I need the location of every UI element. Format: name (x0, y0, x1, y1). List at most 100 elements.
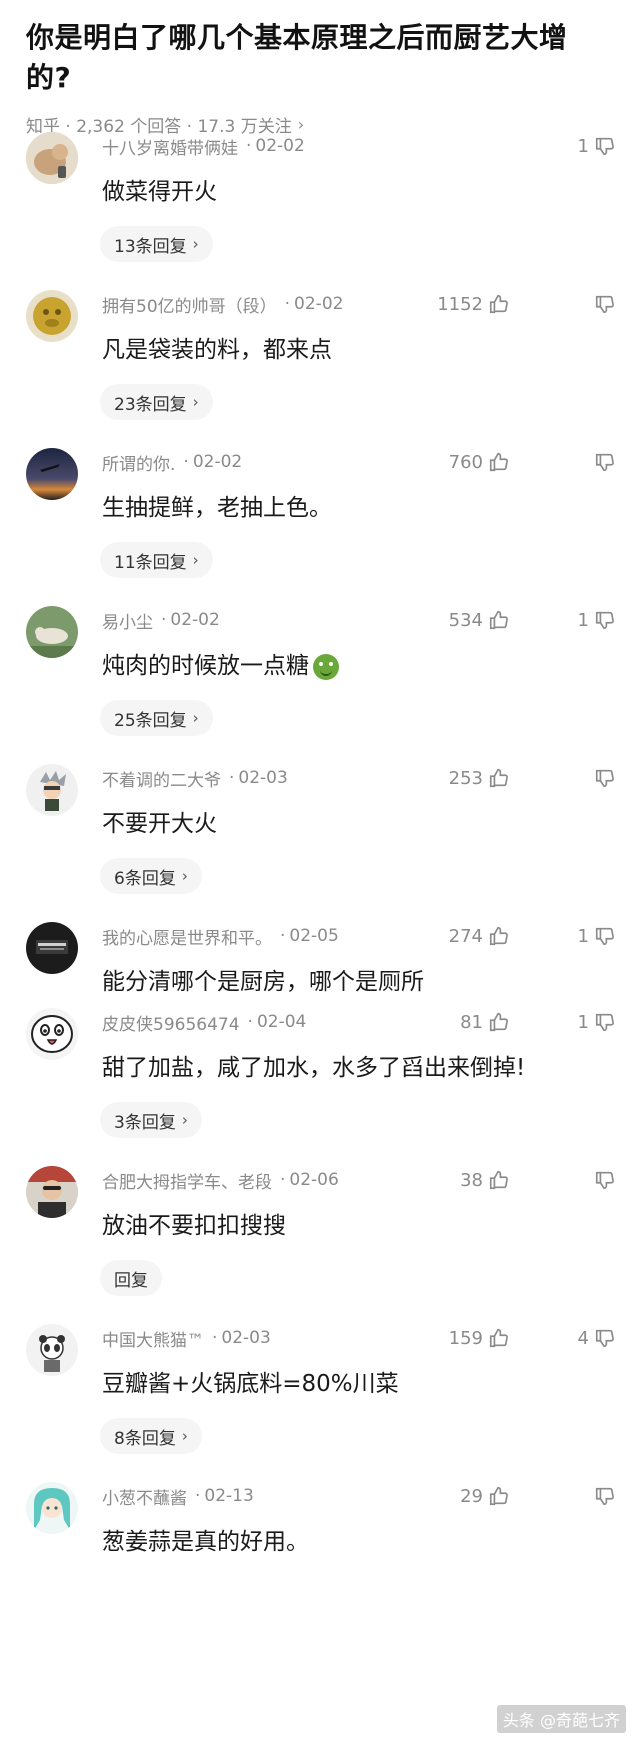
like-button[interactable]: 253 (420, 764, 510, 792)
question-title[interactable]: 你是明白了哪几个基本原理之后而厨艺大增 的? (26, 18, 614, 98)
replies-label: 23条回复 (114, 394, 187, 415)
comment-text: 甜了加盐，咸了加水，水多了舀出来倒掉! (102, 1055, 526, 1081)
username[interactable]: 易小尘 (102, 608, 153, 633)
username[interactable]: 不着调的二大爷 (102, 766, 221, 791)
like-count: 81 (460, 1011, 483, 1033)
dislike-count: 1 (577, 925, 589, 947)
avatar[interactable] (26, 1324, 78, 1376)
username[interactable]: 十八岁离婚带俩娃 (102, 134, 238, 159)
avatar[interactable] (26, 606, 78, 658)
comment-meta: 我的心愿是世界和平。 · 02-05 (102, 922, 339, 950)
like-count: 159 (448, 1327, 483, 1349)
dislike-button[interactable]: 1 (540, 132, 616, 160)
separator-dot: · (183, 452, 189, 472)
sick-face-emoji-icon (313, 653, 339, 680)
like-button[interactable]: 760 (420, 448, 510, 476)
comment-item: 我的心愿是世界和平。 · 02-05 能分清哪个是厨房，哪个是厕所 274 1 (0, 922, 640, 1002)
username[interactable]: 小葱不蘸酱 (102, 1484, 187, 1509)
username[interactable]: 拥有50亿的帅哥（段） (102, 292, 277, 317)
avatar[interactable] (26, 132, 78, 184)
comment-date: 02-02 (192, 452, 243, 472)
like-count: 534 (448, 609, 483, 631)
thumbs-up-icon (489, 1328, 508, 1348)
dislike-button[interactable]: 4 (540, 1324, 616, 1352)
username[interactable]: 合肥大拇指学车、老段 (102, 1168, 272, 1193)
comment-item: 中国大熊猫™ · 02-03 豆瓣酱+火锅底料=80%川菜 8条回复 › 159… (0, 1324, 640, 1464)
avatar[interactable] (26, 1008, 78, 1060)
comment-text: 放油不要扣扣搜搜 (102, 1213, 286, 1239)
avatar[interactable] (26, 764, 78, 816)
reply-button[interactable]: 回复 (100, 1260, 162, 1296)
replies-button[interactable]: 3条回复 › (100, 1102, 202, 1138)
chevron-right-icon: › (181, 867, 188, 885)
replies-button[interactable]: 23条回复 › (100, 384, 213, 420)
like-button[interactable]: 159 (420, 1324, 510, 1352)
replies-label: 25条回复 (114, 710, 187, 731)
avatar[interactable] (26, 1166, 78, 1218)
like-button[interactable]: 274 (420, 922, 510, 950)
like-button[interactable]: 29 (420, 1482, 510, 1510)
question-title-line-2: 的? (26, 61, 72, 94)
dislike-button[interactable]: 1 (540, 922, 616, 950)
chevron-right-icon: › (192, 551, 199, 569)
like-button[interactable]: 38 (420, 1166, 510, 1194)
replies-button[interactable]: 25条回复 › (100, 700, 213, 736)
separator-dot: · (284, 294, 291, 314)
comment-item: 十八岁离婚带俩娃 · 02-02 做菜得开火 13条回复 › 1 (0, 132, 640, 272)
thumbs-down-icon (595, 927, 614, 946)
separator-dot: · (247, 1012, 253, 1032)
username[interactable]: 中国大熊猫™ (102, 1326, 204, 1351)
replies-label: 11条回复 (114, 552, 187, 573)
replies-button[interactable]: 6条回复 › (100, 858, 202, 894)
comment-date: 02-05 (289, 926, 339, 946)
like-count: 253 (448, 767, 483, 789)
thumbs-down-icon (595, 611, 614, 630)
thumbs-up-icon (489, 1170, 508, 1190)
dislike-count: 1 (577, 609, 589, 631)
comment-meta: 皮皮侠59656474 · 02-04 (102, 1008, 306, 1036)
replies-button[interactable]: 11条回复 › (100, 542, 213, 578)
comment-item: 易小尘 · 02-02 炖肉的时候放一点糖 25条回复 › 534 1 (0, 606, 640, 746)
avatar[interactable] (26, 1482, 78, 1534)
dislike-count: 4 (577, 1327, 589, 1349)
replies-button[interactable]: 8条回复 › (100, 1418, 202, 1454)
dislike-button[interactable] (540, 448, 616, 476)
separator-dot: · (161, 610, 167, 630)
comment-meta: 所谓的你. · 02-02 (102, 448, 242, 476)
thumbs-up-icon (489, 610, 508, 630)
separator-dot: · (195, 1486, 201, 1506)
dislike-button[interactable] (540, 1166, 616, 1194)
thumbs-down-icon (595, 1171, 614, 1190)
username[interactable]: 我的心愿是世界和平。 (102, 924, 272, 949)
comment-item: 所谓的你. · 02-02 生抽提鲜，老抽上色。 11条回复 › 760 (0, 448, 640, 588)
like-button[interactable]: 81 (420, 1008, 510, 1036)
thumbs-up-icon (489, 768, 508, 788)
separator-dot: · (246, 136, 252, 156)
avatar[interactable] (26, 922, 78, 974)
username[interactable]: 所谓的你. (102, 450, 175, 475)
comment-meta: 合肥大拇指学车、老段 · 02-06 (102, 1166, 339, 1194)
like-count: 274 (448, 925, 483, 947)
dislike-button[interactable]: 1 (540, 606, 616, 634)
comment-text: 做菜得开火 (102, 179, 217, 205)
replies-label: 13条回复 (114, 236, 187, 257)
comment-date: 02-13 (204, 1486, 254, 1506)
comment-date: 02-06 (289, 1170, 339, 1190)
replies-label: 3条回复 (114, 1112, 176, 1133)
avatar[interactable] (26, 290, 78, 342)
comment-meta: 易小尘 · 02-02 (102, 606, 220, 634)
dislike-button[interactable] (540, 764, 616, 792)
username[interactable]: 皮皮侠59656474 (102, 1010, 240, 1035)
chevron-right-icon: › (192, 393, 199, 411)
dislike-button[interactable]: 1 (540, 1008, 616, 1036)
comment-text: 葱姜蒜是真的好用。 (102, 1529, 309, 1555)
like-button[interactable]: 534 (420, 606, 510, 634)
comment-date: 02-03 (238, 768, 288, 788)
dislike-button[interactable] (540, 290, 616, 318)
dislike-button[interactable] (540, 1482, 616, 1510)
avatar[interactable] (26, 448, 78, 500)
like-button[interactable]: 1152 (420, 290, 510, 318)
comment-date: 02-04 (256, 1012, 307, 1032)
replies-button[interactable]: 13条回复 › (100, 226, 213, 262)
comment-text: 凡是袋装的料，都来点 (102, 337, 332, 363)
